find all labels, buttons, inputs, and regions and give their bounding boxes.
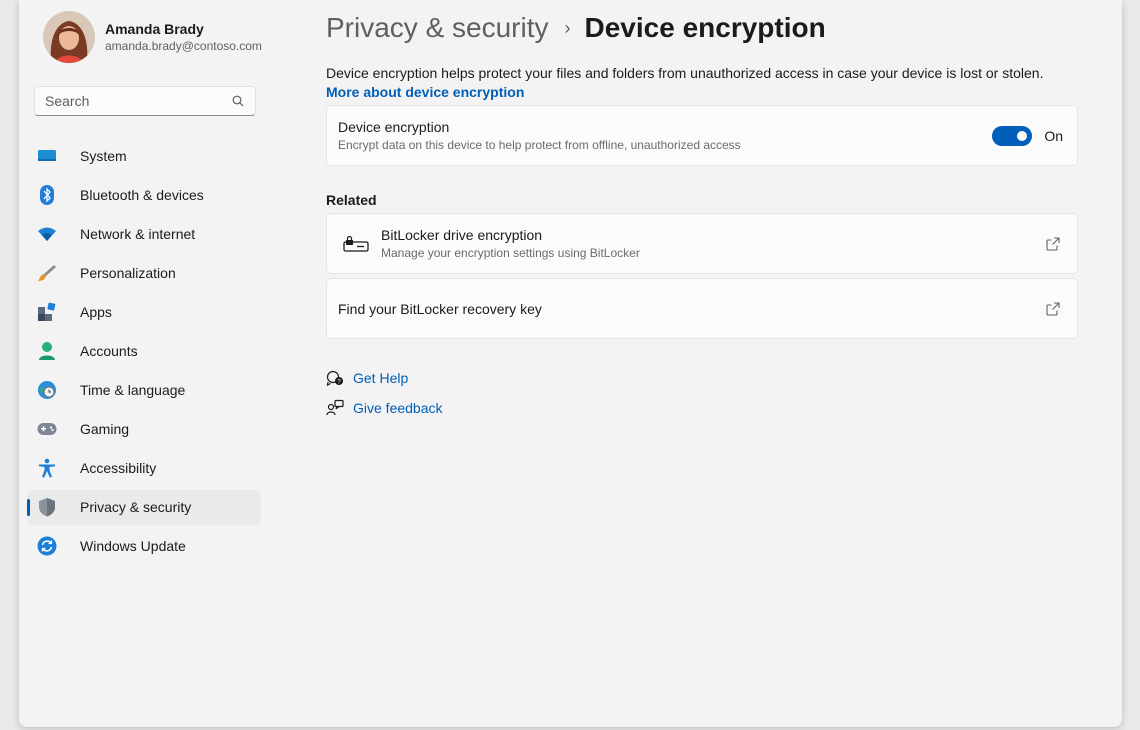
nav-label: Network & internet <box>80 225 196 242</box>
encryption-toggle-group: On <box>992 126 1063 146</box>
person-icon <box>37 341 57 361</box>
open-external-icon[interactable] <box>1045 301 1061 317</box>
nav-item-time-language[interactable]: Time & language <box>27 373 261 408</box>
search-icon[interactable] <box>231 94 245 108</box>
nav-label: Accessibility <box>80 460 157 477</box>
related-heading: Related <box>326 192 377 208</box>
profile-email: amanda.brady@contoso.com <box>105 39 262 53</box>
gamepad-icon <box>37 419 57 439</box>
bitlocker-icon <box>343 234 369 254</box>
nav-list: System Bluetooth & devices Network & int… <box>27 138 261 568</box>
get-help-link[interactable]: ? Get Help <box>326 369 408 387</box>
main-content: Privacy & security › Device encryption D… <box>326 0 1078 727</box>
globe-clock-icon <box>37 380 57 400</box>
card-title: Device encryption <box>338 119 450 135</box>
give-feedback-link[interactable]: Give feedback <box>326 399 443 417</box>
profile-name: Amanda Brady <box>105 21 204 37</box>
wifi-icon <box>37 224 57 244</box>
apps-icon <box>37 302 57 322</box>
description-text: Device encryption helps protect your fil… <box>326 65 1044 81</box>
open-external-icon[interactable] <box>1045 236 1061 252</box>
breadcrumb-parent[interactable]: Privacy & security <box>326 12 549 44</box>
nav-item-gaming[interactable]: Gaming <box>27 412 261 447</box>
nav-label: System <box>80 147 127 164</box>
card-title: BitLocker drive encryption <box>381 227 543 243</box>
device-encryption-card: Device encryption Encrypt data on this d… <box>326 105 1078 166</box>
bitlocker-card[interactable]: BitLocker drive encryption Manage your e… <box>326 213 1078 274</box>
accessibility-icon <box>37 458 57 478</box>
nav-label: Time & language <box>80 382 186 399</box>
give-feedback-label[interactable]: Give feedback <box>353 400 443 416</box>
settings-window: Amanda Brady amanda.brady@contoso.com Se… <box>19 0 1122 727</box>
chevron-right-icon: › <box>564 17 571 38</box>
nav-item-system[interactable]: System <box>27 138 261 173</box>
bluetooth-icon <box>37 184 57 205</box>
nav-label: Personalization <box>80 264 176 281</box>
nav-label: Windows Update <box>80 538 186 555</box>
nav-label: Bluetooth & devices <box>80 186 204 203</box>
get-help-label[interactable]: Get Help <box>353 370 408 386</box>
page-description: Device encryption helps protect your fil… <box>326 64 1078 102</box>
help-icon: ? <box>326 369 344 387</box>
nav-label: Privacy & security <box>80 499 192 516</box>
more-about-link[interactable]: More about device encryption <box>326 84 524 100</box>
card-subtitle: Manage your encryption settings using Bi… <box>381 246 640 260</box>
toggle-knob <box>1017 131 1028 141</box>
nav-item-accessibility[interactable]: Accessibility <box>27 451 261 486</box>
update-icon <box>37 536 57 556</box>
nav-label: Apps <box>80 303 112 320</box>
nav-label: Gaming <box>80 421 130 438</box>
nav-item-apps[interactable]: Apps <box>27 294 261 329</box>
user-profile[interactable]: Amanda Brady amanda.brady@contoso.com <box>43 11 262 63</box>
search-input[interactable]: Search <box>45 93 231 109</box>
recovery-key-card[interactable]: Find your BitLocker recovery key <box>326 278 1078 339</box>
nav-label: Accounts <box>80 342 138 359</box>
card-title: Find your BitLocker recovery key <box>338 300 542 317</box>
shield-icon <box>37 497 57 517</box>
toggle-state-label: On <box>1044 128 1063 144</box>
page-title: Device encryption <box>584 12 826 43</box>
avatar <box>43 11 95 63</box>
feedback-icon <box>326 399 344 417</box>
nav-item-personalization[interactable]: Personalization <box>27 255 261 290</box>
card-subtitle: Encrypt data on this device to help prot… <box>338 138 741 152</box>
brush-icon <box>37 263 57 283</box>
nav-item-network[interactable]: Network & internet <box>27 216 261 251</box>
breadcrumb: Privacy & security › Device encryption <box>326 8 826 48</box>
search-box[interactable]: Search <box>34 86 256 116</box>
encryption-toggle[interactable] <box>992 126 1033 146</box>
system-icon <box>37 146 57 166</box>
nav-item-bluetooth[interactable]: Bluetooth & devices <box>27 177 261 212</box>
sidebar: Amanda Brady amanda.brady@contoso.com Se… <box>19 0 269 727</box>
nav-item-windows-update[interactable]: Windows Update <box>27 529 261 564</box>
nav-item-accounts[interactable]: Accounts <box>27 333 261 368</box>
nav-item-privacy-security[interactable]: Privacy & security <box>27 489 261 525</box>
